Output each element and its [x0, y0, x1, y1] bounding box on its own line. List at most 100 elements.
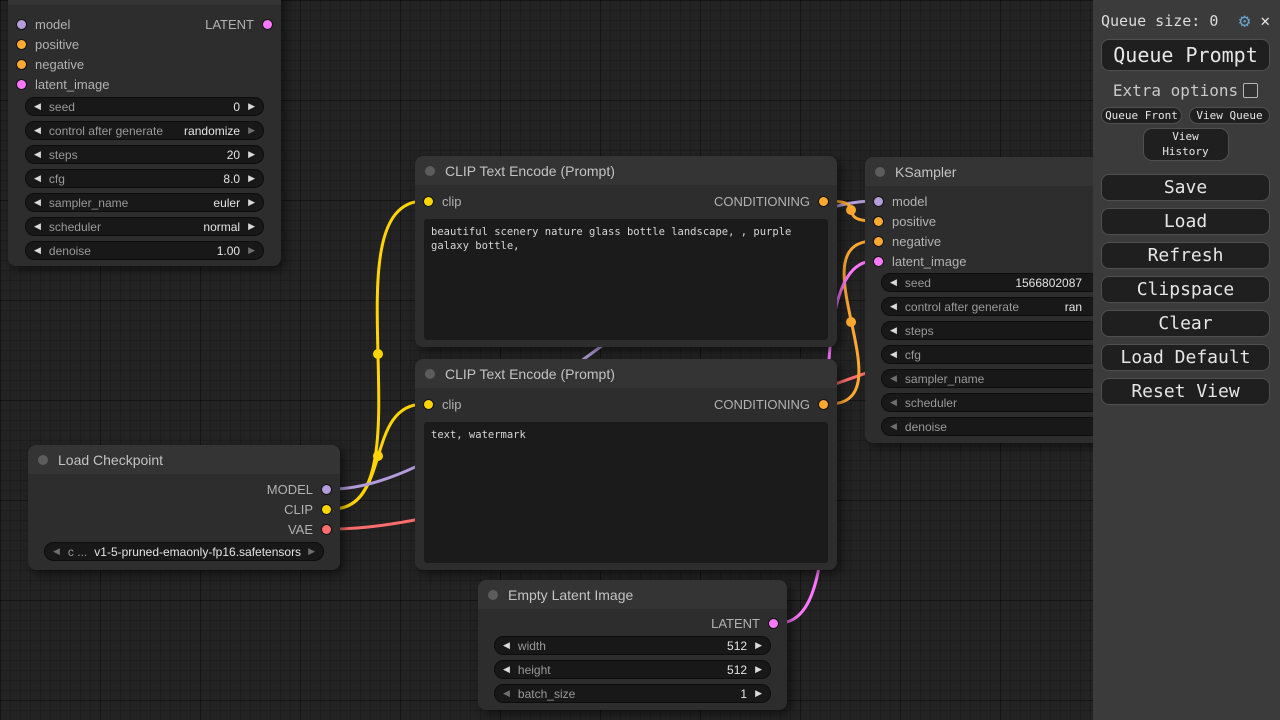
clear-button[interactable]: Clear	[1101, 310, 1270, 337]
widget-seed[interactable]: ◀seed0▶	[25, 97, 264, 116]
decrement-icon[interactable]: ◀	[34, 102, 41, 111]
node-header[interactable]: Load Checkpoint	[28, 445, 340, 474]
load-button[interactable]: Load	[1101, 208, 1270, 235]
output-slot-latent[interactable]	[769, 619, 778, 628]
output-slot-latent[interactable]	[263, 20, 272, 29]
negative-prompt-textarea[interactable]: text, watermark	[424, 422, 828, 563]
decrement-icon[interactable]: ◀	[890, 278, 897, 287]
reset-view-button[interactable]: Reset View	[1101, 378, 1270, 405]
decrement-icon[interactable]: ◀	[890, 422, 897, 431]
widget-steps[interactable]: ◀steps▶	[881, 321, 1124, 340]
node-header[interactable]: CLIP Text Encode (Prompt)	[415, 156, 837, 185]
view-queue-button[interactable]: View Queue	[1189, 107, 1270, 124]
increment-icon[interactable]: ▶	[308, 547, 315, 556]
widget-width[interactable]: ◀width512▶	[494, 636, 771, 655]
view-history-button[interactable]: View History	[1143, 128, 1229, 161]
increment-icon[interactable]: ▶	[248, 222, 255, 231]
widget-sampler-name[interactable]: ◀sampler_name▶	[881, 369, 1124, 388]
decrement-icon[interactable]: ◀	[34, 246, 41, 255]
output-slot-clip[interactable]	[322, 505, 331, 514]
widget-cfg[interactable]: ◀cfg▶	[881, 345, 1124, 364]
collapse-dot-icon[interactable]	[38, 455, 48, 465]
output-slot-model[interactable]	[322, 485, 331, 494]
increment-icon[interactable]: ▶	[755, 641, 762, 650]
increment-icon[interactable]: ▶	[248, 174, 255, 183]
link-dot[interactable]	[373, 349, 383, 359]
increment-icon[interactable]: ▶	[248, 126, 255, 135]
decrement-icon[interactable]: ◀	[34, 150, 41, 159]
input-slot-latent-image[interactable]	[17, 80, 26, 89]
input-slot-positive[interactable]	[17, 40, 26, 49]
widget-sampler-name[interactable]: ◀sampler_nameeuler▶	[25, 193, 264, 212]
widget-height[interactable]: ◀height512▶	[494, 660, 771, 679]
node-load-checkpoint[interactable]: Load Checkpoint MODEL CLIP VAE ◀c ...v1-…	[28, 445, 340, 570]
decrement-icon[interactable]: ◀	[34, 222, 41, 231]
increment-icon[interactable]: ▶	[248, 102, 255, 111]
node-clip-text-encode-negative[interactable]: CLIP Text Encode (Prompt) clip CONDITION…	[415, 359, 837, 570]
decrement-icon[interactable]: ◀	[53, 547, 60, 556]
input-slot-clip[interactable]	[424, 400, 433, 409]
decrement-icon[interactable]: ◀	[890, 374, 897, 383]
widget-seed[interactable]: ◀seed1566802087▶	[881, 273, 1124, 292]
widget-control-after-generate[interactable]: ◀control after generaterandomize▶	[25, 121, 264, 140]
load-default-button[interactable]: Load Default	[1101, 344, 1270, 371]
input-slot-negative[interactable]	[17, 60, 26, 69]
widget-batch-size[interactable]: ◀batch_size1▶	[494, 684, 771, 703]
extra-options-checkbox[interactable]	[1243, 83, 1258, 98]
decrement-icon[interactable]: ◀	[890, 350, 897, 359]
link-dot[interactable]	[373, 451, 383, 461]
decrement-icon[interactable]: ◀	[34, 174, 41, 183]
increment-icon[interactable]: ▶	[248, 150, 255, 159]
increment-icon[interactable]: ▶	[248, 246, 255, 255]
decrement-icon[interactable]: ◀	[503, 641, 510, 650]
node-clip-text-encode-positive[interactable]: CLIP Text Encode (Prompt) clip CONDITION…	[415, 156, 837, 347]
node-title: KSampler	[895, 164, 956, 180]
save-button[interactable]: Save	[1101, 174, 1270, 201]
clipspace-button[interactable]: Clipspace	[1101, 276, 1270, 303]
input-slot-latent-image[interactable]	[874, 257, 883, 266]
widget-control-after-generate[interactable]: ◀control after generateran▶	[881, 297, 1124, 316]
decrement-icon[interactable]: ◀	[890, 302, 897, 311]
input-slot-negative[interactable]	[874, 237, 883, 246]
collapse-dot-icon[interactable]	[425, 166, 435, 176]
output-slot-conditioning[interactable]	[819, 197, 828, 206]
decrement-icon[interactable]: ◀	[890, 326, 897, 335]
collapse-dot-icon[interactable]	[425, 369, 435, 379]
decrement-icon[interactable]: ◀	[34, 126, 41, 135]
close-icon[interactable]: ✕	[1260, 13, 1270, 29]
widget-denoise[interactable]: ◀denoise1.00▶	[25, 241, 264, 260]
collapse-dot-icon[interactable]	[488, 590, 498, 600]
refresh-button[interactable]: Refresh	[1101, 242, 1270, 269]
decrement-icon[interactable]: ◀	[503, 689, 510, 698]
queue-prompt-button[interactable]: Queue Prompt	[1101, 39, 1270, 71]
decrement-icon[interactable]: ◀	[503, 665, 510, 674]
input-slot-model[interactable]	[874, 197, 883, 206]
link-dot[interactable]	[846, 205, 856, 215]
increment-icon[interactable]: ▶	[248, 198, 255, 207]
widget-scheduler[interactable]: ◀schedulernormal▶	[25, 217, 264, 236]
link-dot[interactable]	[846, 317, 856, 327]
node-header[interactable]: CLIP Text Encode (Prompt)	[415, 359, 837, 388]
widget-denoise[interactable]: ◀denoise▶	[881, 417, 1124, 436]
output-slot-vae[interactable]	[322, 525, 331, 534]
output-slot-conditioning[interactable]	[819, 400, 828, 409]
widget-steps[interactable]: ◀steps20▶	[25, 145, 264, 164]
collapse-dot-icon[interactable]	[875, 167, 885, 177]
input-slot-positive[interactable]	[874, 217, 883, 226]
input-slot-clip[interactable]	[424, 197, 433, 206]
input-slot-model[interactable]	[17, 20, 26, 29]
increment-icon[interactable]: ▶	[755, 665, 762, 674]
node-empty-latent-image[interactable]: Empty Latent Image LATENT ◀width512▶ ◀he…	[478, 580, 787, 710]
node-header[interactable]: Empty Latent Image	[478, 580, 787, 609]
node-ksampler-left[interactable]: KSampler model LATENT positive negative …	[8, 0, 281, 266]
widget-scheduler[interactable]: ◀scheduler▶	[881, 393, 1124, 412]
widget-cfg[interactable]: ◀cfg8.0▶	[25, 169, 264, 188]
widget-ckpt-name[interactable]: ◀c ...v1-5-pruned-emaonly-fp16.safetenso…	[44, 542, 324, 561]
settings-gear-icon[interactable]: ⚙	[1239, 12, 1250, 31]
increment-icon[interactable]: ▶	[755, 689, 762, 698]
positive-prompt-textarea[interactable]: beautiful scenery nature glass bottle la…	[424, 219, 828, 340]
decrement-icon[interactable]: ◀	[890, 398, 897, 407]
node-header[interactable]: KSampler	[8, 0, 281, 5]
decrement-icon[interactable]: ◀	[34, 198, 41, 207]
queue-front-button[interactable]: Queue Front	[1101, 107, 1182, 124]
